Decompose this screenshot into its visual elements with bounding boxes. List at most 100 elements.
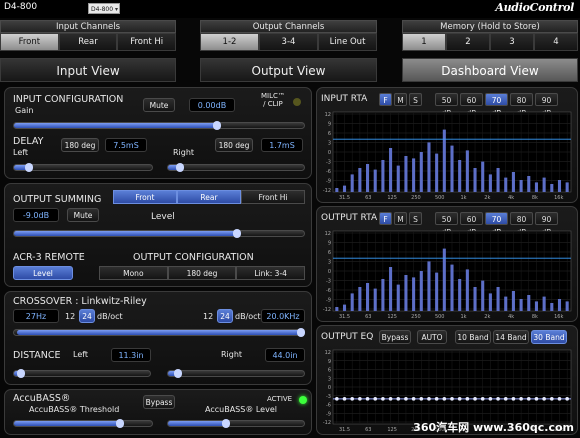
lowpass-frequency[interactable]: 20.0KHz <box>261 309 305 323</box>
output-config-mono[interactable]: Mono <box>99 266 168 280</box>
memory-1[interactable]: 1 <box>402 33 446 51</box>
input-rta-60db[interactable]: 60 dB <box>460 93 483 118</box>
eq-band-point[interactable] <box>396 397 401 401</box>
eq-band-point[interactable] <box>565 397 569 401</box>
output-rta-80db[interactable]: 80 dB <box>510 212 533 237</box>
eq-band-point[interactable] <box>503 397 508 401</box>
eq-band-point[interactable] <box>480 397 485 401</box>
eq-band-point[interactable] <box>496 397 500 401</box>
distance-left-value[interactable]: 11.3in <box>111 348 151 362</box>
input-rta-90db[interactable]: 90 dB <box>535 93 558 118</box>
lowpass-slope-12[interactable]: 12 <box>203 312 213 321</box>
axis-tick-label: 0 <box>328 150 331 156</box>
eq-band-point[interactable] <box>427 397 431 401</box>
output-rta-s[interactable]: S <box>409 212 422 225</box>
memory-2[interactable]: 2 <box>446 33 490 51</box>
eq-band-point[interactable] <box>465 397 470 401</box>
input-rta-s[interactable]: S <box>409 93 422 106</box>
eq-band-point[interactable] <box>442 397 447 401</box>
gain-slider[interactable] <box>13 121 305 130</box>
summing-tab-rear[interactable]: Rear <box>177 190 241 204</box>
input-view-button[interactable]: Input View <box>0 58 176 82</box>
output-channel-line-out[interactable]: Line Out <box>318 33 377 51</box>
memory-3[interactable]: 3 <box>490 33 534 51</box>
distance-right-value[interactable]: 44.0in <box>265 348 305 362</box>
accubass-level-slider[interactable] <box>167 419 305 428</box>
eq-band-point[interactable] <box>419 397 424 401</box>
input-rta-80db[interactable]: 80 dB <box>510 93 533 118</box>
eq-band-point[interactable] <box>457 397 462 401</box>
accubass-bypass-button[interactable]: Bypass <box>143 395 175 409</box>
eq-band-point[interactable] <box>358 397 362 401</box>
delay-left-slider[interactable] <box>13 163 153 172</box>
output-config-link[interactable]: Link: 3-4 <box>236 266 306 280</box>
input-rta-70db[interactable]: 70 dB <box>485 93 508 118</box>
input-channel-front-hi[interactable]: Front Hi <box>117 33 177 51</box>
eq-band-point[interactable] <box>488 397 493 401</box>
output-rta-90db[interactable]: 90 dB <box>535 212 558 237</box>
eq-band-point[interactable] <box>365 397 370 401</box>
eq-band-point[interactable] <box>350 397 354 401</box>
preset-select[interactable]: D4-800 <box>88 3 120 15</box>
eq-band-point[interactable] <box>473 397 477 401</box>
eq-band-point[interactable] <box>342 397 347 401</box>
eq-band-point[interactable] <box>335 397 339 401</box>
output-view-button[interactable]: Output View <box>200 58 377 82</box>
eq-band-point[interactable] <box>550 397 554 401</box>
crossover-slider[interactable] <box>13 328 306 337</box>
eq-band-point[interactable] <box>404 397 408 401</box>
delay-left-phase[interactable]: 180 deg <box>61 138 99 152</box>
summing-tab-front-hi[interactable]: Front Hi <box>241 190 305 204</box>
delay-right-phase[interactable]: 180 deg <box>215 138 253 152</box>
summing-tab-front[interactable]: Front <box>113 190 177 204</box>
input-channel-front[interactable]: Front <box>0 33 59 51</box>
memory-4[interactable]: 4 <box>534 33 578 51</box>
input-rta-f[interactable]: F <box>379 93 392 106</box>
input-mute-button[interactable]: Mute <box>143 98 175 112</box>
eq-band-point[interactable] <box>450 397 454 401</box>
acr3-level-button[interactable]: Level <box>13 266 73 280</box>
output-rta-60db[interactable]: 60 dB <box>460 212 483 237</box>
output-channel-1-2[interactable]: 1-2 <box>200 33 259 51</box>
delay-right-slider[interactable] <box>167 163 305 172</box>
delay-left-value[interactable]: 7.5mS <box>105 138 147 152</box>
eq-band-point[interactable] <box>542 397 546 401</box>
eq-band-point[interactable] <box>373 397 378 401</box>
output-rta-50db[interactable]: 50 dB <box>435 212 458 237</box>
accubass-threshold-slider[interactable] <box>13 419 153 428</box>
output-config-180-deg[interactable]: 180 deg <box>167 266 237 280</box>
eq-band-point[interactable] <box>526 397 531 401</box>
lowpass-slope-24[interactable]: 24 <box>217 309 233 323</box>
gain-value[interactable]: 0.00dB <box>189 98 235 112</box>
distance-left-slider[interactable] <box>13 369 151 378</box>
highpass-slope-12[interactable]: 12 <box>65 312 75 321</box>
eq-band-point[interactable] <box>381 397 385 401</box>
dashboard-view-button[interactable]: Dashboard View <box>402 58 578 82</box>
delay-right-value[interactable]: 1.7mS <box>261 138 303 152</box>
output-rta-m[interactable]: M <box>394 212 407 225</box>
eq-bypass-button[interactable]: Bypass <box>379 330 411 344</box>
input-channel-rear[interactable]: Rear <box>58 33 118 51</box>
summing-value[interactable]: -9.0dB <box>13 208 59 222</box>
distance-right-slider[interactable] <box>167 369 305 378</box>
eq-band-point[interactable] <box>519 397 523 401</box>
eq-auto-button[interactable]: AUTO <box>417 330 447 344</box>
eq-band-point[interactable] <box>388 397 393 401</box>
summing-mute-button[interactable]: Mute <box>67 208 99 222</box>
eq-band-point[interactable] <box>434 397 439 401</box>
output-rta-f[interactable]: F <box>379 212 392 225</box>
highpass-frequency[interactable]: 27Hz <box>13 309 59 323</box>
eq-band-point[interactable] <box>534 397 539 401</box>
eq-30-band[interactable]: 30 Band <box>531 330 567 344</box>
input-rta-m[interactable]: M <box>394 93 407 106</box>
summing-level-slider[interactable] <box>13 229 305 238</box>
eq-band-point[interactable] <box>411 397 416 401</box>
output-channel-3-4[interactable]: 3-4 <box>259 33 318 51</box>
eq-14-band[interactable]: 14 Band <box>493 330 529 344</box>
highpass-slope-24[interactable]: 24 <box>79 309 95 323</box>
eq-band-point[interactable] <box>557 397 562 401</box>
input-rta-50db[interactable]: 50 dB <box>435 93 458 118</box>
output-rta-70db[interactable]: 70 dB <box>485 212 508 237</box>
eq-band-point[interactable] <box>511 397 516 401</box>
eq-10-band[interactable]: 10 Band <box>455 330 491 344</box>
